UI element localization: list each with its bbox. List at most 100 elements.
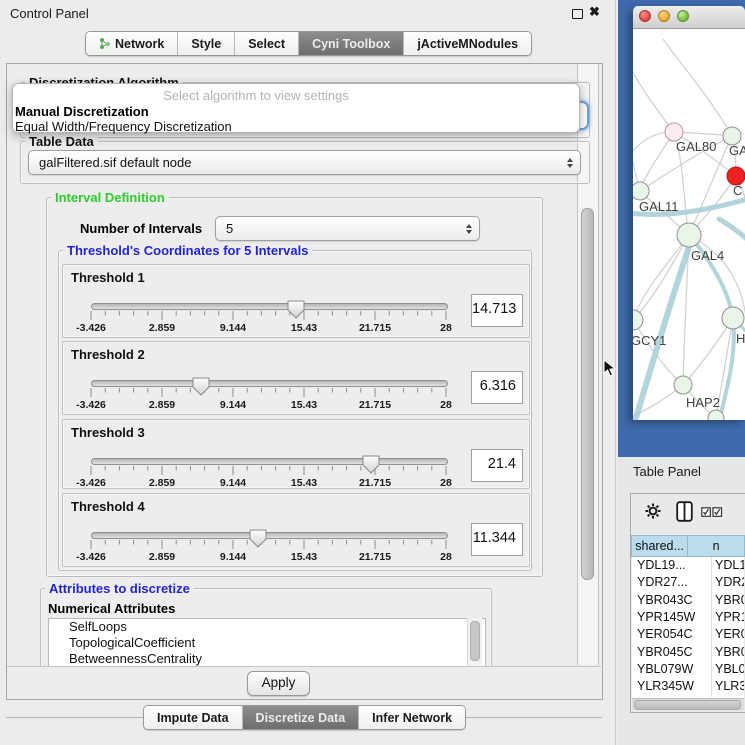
slider-handle[interactable] bbox=[192, 377, 210, 396]
checkbox-icons[interactable] bbox=[701, 507, 723, 518]
attribute-list-item[interactable]: TopologicalCoefficient bbox=[49, 635, 485, 651]
column-layout-icon[interactable] bbox=[676, 501, 693, 522]
table-row[interactable]: YLR345WYLR3 bbox=[632, 678, 744, 695]
gear-icon[interactable] bbox=[644, 502, 662, 520]
algorithm-option-manual[interactable]: Manual Discretization bbox=[15, 104, 149, 119]
table-rows[interactable]: YDL19...YDL1YDR27...YDR2 YBR043C YBR0 YPR14… bbox=[632, 557, 744, 698]
tab-select[interactable]: Select bbox=[234, 32, 298, 55]
minimize-traffic-light-icon[interactable] bbox=[658, 10, 670, 22]
slider-track[interactable] bbox=[91, 303, 448, 310]
slider-handle[interactable] bbox=[287, 300, 305, 319]
table-data-combobox[interactable]: galFiltered.sif default node bbox=[28, 150, 581, 175]
table-row[interactable]: YPR145WYPR1 bbox=[632, 609, 744, 626]
algorithm-dropdown-popup: Select algorithm to view settings Manual… bbox=[12, 83, 580, 133]
number-of-intervals-value: 5 bbox=[226, 221, 233, 236]
tab-infer-network[interactable]: Infer Network bbox=[358, 706, 465, 729]
tick-label: 15.43 bbox=[280, 322, 328, 334]
attribute-list-item[interactable]: BetweennessCentrality bbox=[49, 651, 485, 667]
table-row[interactable]: YER054CYER0 bbox=[632, 626, 744, 643]
network-node-label: GA bbox=[729, 143, 745, 158]
cell-name: YPR1 bbox=[715, 610, 744, 624]
table-row[interactable]: YDL19...YDL1 bbox=[632, 557, 744, 574]
threshold-panel: Threshold 3-3.4262.8599.14415.4321.71528… bbox=[62, 419, 530, 489]
interval-definition-title: Interval Definition bbox=[51, 190, 169, 205]
screenshot-root: Control Panel ✖ Network Style SelectCyni T… bbox=[0, 0, 745, 745]
table-row[interactable]: YBR045CYBR0 bbox=[632, 644, 744, 661]
tab-label: Discretize Data bbox=[256, 711, 346, 725]
table-row[interactable]: YBL079WYBL0 bbox=[632, 661, 744, 678]
algorithm-hint: Select algorithm to view settings bbox=[13, 88, 499, 103]
tab-cyni-toolbox[interactable]: Cyni Toolbox bbox=[298, 32, 403, 55]
tab-label: Impute Data bbox=[157, 711, 229, 725]
panel-title: Control Panel bbox=[10, 6, 89, 21]
network-canvas[interactable]: GAL80GACGAL11GAL4GCY1HHAP2 bbox=[633, 29, 745, 420]
number-of-intervals-combobox[interactable]: 5 bbox=[215, 216, 480, 241]
tick-label: 15.43 bbox=[280, 551, 328, 563]
threshold-label: Threshold 3 bbox=[71, 425, 145, 440]
tab-jactivemnodules[interactable]: jActiveMNodules bbox=[403, 32, 531, 55]
zoom-traffic-light-icon[interactable] bbox=[677, 10, 689, 22]
threshold-value-input[interactable]: 11.344 bbox=[471, 523, 523, 556]
network-window[interactable]: GAL80GACGAL11GAL4GCY1HHAP2 bbox=[633, 6, 745, 420]
tab-discretize-data[interactable]: Discretize Data bbox=[242, 706, 359, 729]
table-header-shared[interactable]: shared... bbox=[631, 535, 688, 557]
slider-track[interactable] bbox=[91, 532, 448, 539]
tab-impute-data[interactable]: Impute Data bbox=[144, 706, 242, 729]
cell-name: YER0 bbox=[715, 627, 744, 641]
combo-arrows-icon bbox=[466, 224, 472, 234]
tick-label: 2.859 bbox=[138, 477, 186, 489]
tick-label: 9.144 bbox=[209, 399, 257, 411]
table-column-separator bbox=[711, 557, 712, 697]
tick-label: -3.426 bbox=[67, 551, 115, 563]
network-node bbox=[633, 310, 643, 330]
tick-label: 9.144 bbox=[209, 477, 257, 489]
apply-button[interactable]: Apply bbox=[247, 671, 310, 696]
bottom-strip: Apply bbox=[7, 666, 601, 698]
numerical-attributes-list[interactable]: SelfLoopsTopologicalCoefficientBetweenne… bbox=[48, 618, 486, 672]
tab-label: Style bbox=[191, 37, 221, 51]
cell-shared-name: YBR043C bbox=[637, 593, 709, 607]
threshold-label: Threshold 2 bbox=[71, 347, 145, 362]
table-data-groupbox-title: Table Data bbox=[25, 134, 98, 149]
tick-label: 9.144 bbox=[209, 551, 257, 563]
network-node-label: GAL11 bbox=[639, 199, 679, 214]
attributes-groupbox-title: Attributes to discretize bbox=[45, 581, 194, 596]
tick-label: 21.715 bbox=[351, 477, 399, 489]
network-icon bbox=[99, 37, 111, 50]
cell-name: YBR0 bbox=[715, 593, 744, 607]
numerical-attributes-label: Numerical Attributes bbox=[48, 601, 175, 616]
attributes-scrollbar-thumb[interactable] bbox=[470, 621, 480, 661]
threshold-value-input[interactable]: 21.4 bbox=[471, 449, 523, 482]
bottom-tab-bar: Impute Data Discretize Data Infer Network bbox=[143, 705, 466, 730]
main-scrollbar-thumb[interactable] bbox=[581, 208, 594, 580]
close-icon[interactable]: ✖ bbox=[589, 4, 600, 20]
table-header-name[interactable]: n bbox=[688, 535, 745, 557]
threshold-value-input[interactable]: 6.316 bbox=[471, 371, 523, 404]
tick-label: 28 bbox=[422, 477, 470, 489]
table-row[interactable]: YDR27...YDR2 bbox=[632, 574, 744, 591]
table-hscrollbar-track[interactable] bbox=[632, 698, 744, 710]
tick-label: 21.715 bbox=[351, 399, 399, 411]
network-window-titlebar[interactable] bbox=[633, 6, 745, 29]
algorithm-option-equal-width[interactable]: Equal Width/Frequency Discretization bbox=[15, 119, 232, 134]
tab-style[interactable]: Style bbox=[177, 32, 234, 55]
attribute-list-item[interactable]: SelfLoops bbox=[49, 619, 485, 635]
tab-network[interactable]: Network bbox=[86, 32, 177, 55]
slider-handle[interactable] bbox=[362, 455, 380, 474]
tick-label: 28 bbox=[422, 322, 470, 334]
threshold-value-input[interactable]: 14.713 bbox=[471, 294, 523, 327]
tab-label: Network bbox=[115, 37, 164, 51]
table-row[interactable]: YBR043C YBR0 bbox=[632, 592, 744, 609]
tick-label: 28 bbox=[422, 399, 470, 411]
slider-track[interactable] bbox=[91, 458, 448, 465]
slider-ticks bbox=[63, 388, 529, 399]
close-traffic-light-icon[interactable] bbox=[639, 10, 651, 22]
float-window-icon[interactable] bbox=[572, 9, 583, 19]
slider-handle[interactable] bbox=[249, 529, 267, 548]
table-hscrollbar-thumb[interactable] bbox=[634, 700, 741, 710]
slider-track[interactable] bbox=[91, 380, 448, 387]
tick-label: 21.715 bbox=[351, 322, 399, 334]
cell-name: YDL1 bbox=[715, 558, 744, 572]
network-node-label: GAL4 bbox=[691, 248, 724, 263]
network-node bbox=[677, 223, 701, 247]
